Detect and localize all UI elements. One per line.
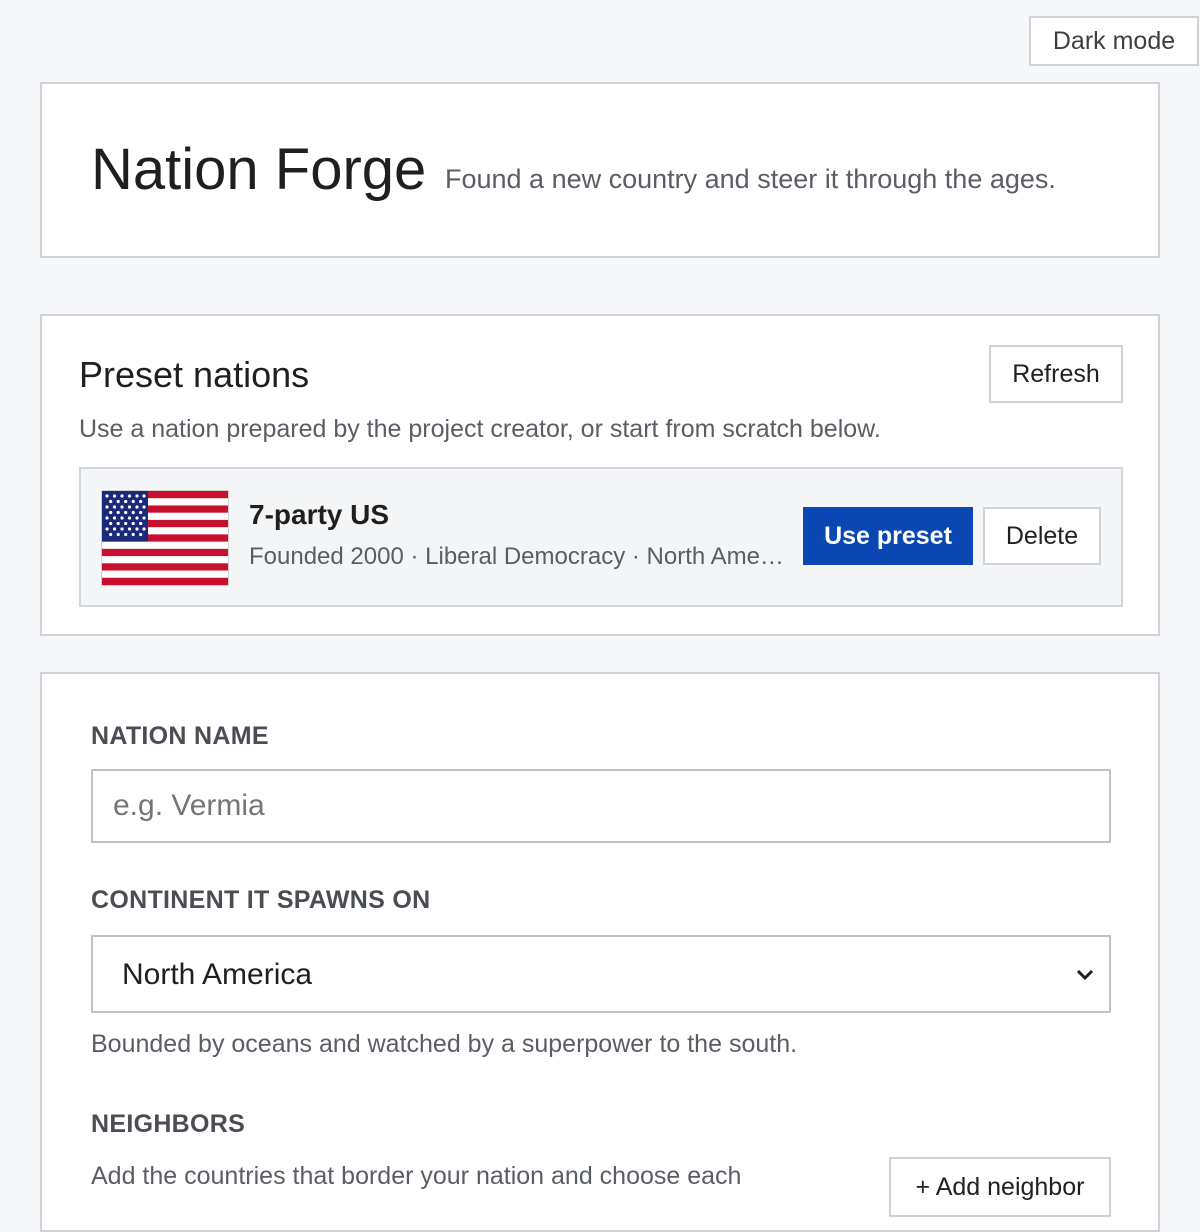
chevron-down-icon [1075, 965, 1095, 985]
us-flag-icon [101, 490, 229, 586]
continent-hint: Bounded by oceans and watched by a super… [91, 1030, 798, 1058]
dark-mode-button[interactable]: Dark mode [1029, 16, 1199, 66]
continent-select-value: North America [122, 958, 313, 991]
neighbors-label: NEIGHBORS [91, 1110, 246, 1138]
preset-nations-description: Use a nation prepared by the project cre… [79, 415, 881, 443]
page-title: Nation Forge [91, 137, 427, 202]
preset-name: 7-party US [249, 499, 390, 530]
add-neighbor-button[interactable]: + Add neighbor [889, 1157, 1111, 1217]
continent-label: CONTINENT IT SPAWNS ON [91, 886, 431, 914]
nation-form-card: NATION NAME CONTINENT IT SPAWNS ON North… [40, 672, 1160, 1232]
delete-preset-button[interactable]: Delete [983, 507, 1101, 565]
neighbors-description: Add the countries that border your natio… [91, 1162, 742, 1190]
nation-name-label: NATION NAME [91, 722, 269, 750]
page-subtitle: Found a new country and steer it through… [445, 164, 1056, 194]
preset-nations-card: Preset nations Refresh Use a nation prep… [40, 314, 1160, 636]
preset-nations-heading: Preset nations [79, 354, 310, 395]
use-preset-button[interactable]: Use preset [803, 507, 973, 565]
preset-meta: Founded 2000 · Liberal Democracy · North… [249, 543, 785, 570]
nation-name-input[interactable] [91, 769, 1111, 843]
header-card: Nation Forge Found a new country and ste… [40, 82, 1160, 258]
continent-select[interactable]: North America [91, 935, 1111, 1013]
refresh-button[interactable]: Refresh [989, 345, 1123, 403]
preset-item: 7-party US Founded 2000 · Liberal Democr… [79, 467, 1123, 607]
